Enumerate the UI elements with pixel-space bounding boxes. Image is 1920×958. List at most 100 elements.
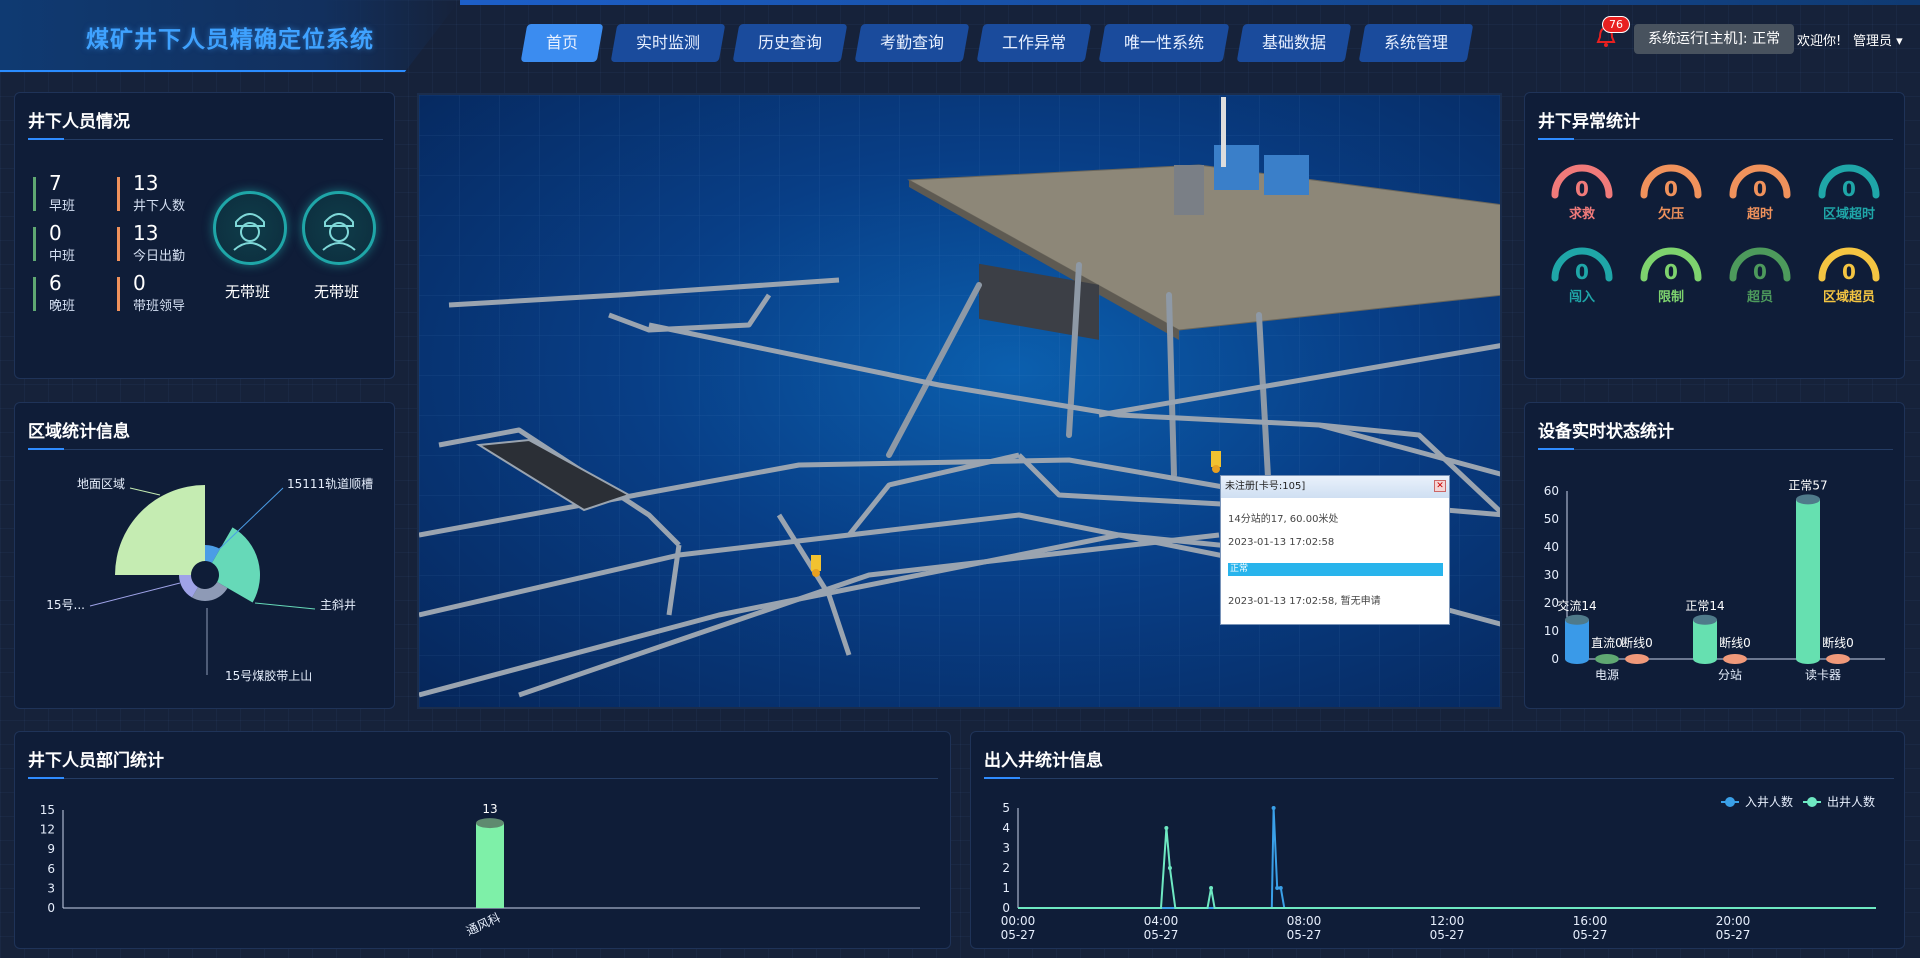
gauge-value: 0 — [1842, 260, 1856, 284]
close-icon[interactable]: ✕ — [1434, 480, 1446, 492]
y-tick-label: 50 — [1544, 512, 1559, 526]
user-menu[interactable]: 管理员 ▾ — [1853, 30, 1903, 49]
y-tick-label: 3 — [1002, 841, 1010, 855]
anomaly-gauge[interactable]: 0 区域超员 — [1814, 234, 1884, 305]
y-tick-label: 9 — [47, 842, 55, 856]
legend-marker — [1725, 797, 1735, 807]
rose-slice — [115, 485, 205, 575]
worker-info-popup: 未注册[卡号:105] ✕ 14分站的17, 60.00米处 2023-01-1… — [1220, 475, 1450, 625]
device-bar-cap — [1693, 614, 1717, 625]
gauge-value: 0 — [1753, 260, 1767, 284]
stat-value: 6 — [49, 271, 62, 295]
total-marker — [117, 277, 120, 311]
gauge-value: 0 — [1664, 177, 1678, 201]
worker-marker-icon[interactable] — [1211, 451, 1221, 473]
device-bar-base — [1796, 654, 1820, 664]
y-tick-label: 30 — [1544, 568, 1559, 582]
anomaly-gauge[interactable]: 0 求救 — [1547, 151, 1617, 222]
anomaly-gauge[interactable]: 0 超员 — [1725, 234, 1795, 305]
app-title: 煤矿井下人员精确定位系统 — [86, 27, 374, 53]
department-bar-chart: 0 3 6 9 12 15 13 通风科 — [40, 802, 920, 938]
nav-home[interactable]: 首页 — [520, 24, 604, 62]
shift-marker — [33, 177, 36, 211]
anomaly-gauge[interactable]: 0 欠压 — [1636, 151, 1706, 222]
inout-line-chart: 01234500:0005-2704:0005-2708:0005-2712:0… — [1001, 794, 1876, 942]
x-tick-time: 12:00 — [1430, 914, 1465, 928]
area-panel: 区域统计信息 地面区域 15111轨道顺槽 主斜井 15号煤胶带上山 15号... — [14, 402, 395, 709]
shift-middle: 0 中班 — [49, 221, 75, 264]
anomaly-gauge[interactable]: 0 闯入 — [1547, 234, 1617, 305]
legend-label: 出井人数 — [1827, 794, 1875, 809]
shift-morning: 7 早班 — [49, 171, 75, 214]
nav-uniqueness-system[interactable]: 唯一性系统 — [1098, 24, 1230, 62]
stat-label: 中班 — [49, 249, 76, 264]
worker-marker-icon[interactable] — [811, 555, 821, 577]
leader-count: 0 带班领导 — [133, 271, 185, 314]
panel-divider — [28, 138, 383, 140]
shift-night: 6 晚班 — [49, 271, 75, 314]
anomaly-panel: 井下异常统计 0 求救 0 欠压 0 超时 0 区域超时 0 闯入 0 限制 0 超员 0 区域超员 — [1524, 92, 1905, 379]
nav-label: 系统管理 — [1384, 33, 1449, 52]
leader-line — [129, 487, 161, 496]
gauge-label: 区域超时 — [1822, 207, 1875, 222]
device-bar-base — [1723, 654, 1747, 664]
device-bar-cap — [1565, 614, 1589, 625]
dept-bar-cap — [476, 818, 504, 829]
bar-value-label: 正常14 — [1685, 599, 1724, 613]
y-tick-label: 40 — [1544, 540, 1559, 554]
gauge-label: 超时 — [1746, 207, 1773, 222]
mine-3d-scene[interactable]: 未注册[卡号:105] ✕ 14分站的17, 60.00米处 2023-01-1… — [417, 93, 1502, 709]
anomaly-gauge[interactable]: 0 区域超时 — [1814, 151, 1884, 222]
panel-divider — [1538, 138, 1893, 140]
y-tick-label: 5 — [1002, 801, 1010, 815]
popup-note: 2023-01-13 17:02:58, 暂无申请 — [1228, 596, 1381, 607]
gauge-label: 求救 — [1568, 207, 1595, 222]
gauge-value: 0 — [1575, 260, 1589, 284]
series-point — [1278, 886, 1283, 890]
x-tick-time: 20:00 — [1716, 914, 1751, 928]
nav-label: 实时监测 — [636, 33, 701, 52]
x-tick-label: 电源 — [1595, 668, 1619, 682]
y-tick-label: 2 — [1002, 861, 1010, 875]
stat-value: 0 — [49, 221, 62, 245]
panel-title: 井下人员情况 — [28, 112, 130, 132]
factory-building — [1214, 145, 1259, 190]
anomaly-gauge[interactable]: 0 超时 — [1725, 151, 1795, 222]
gauge-value: 0 — [1842, 177, 1856, 201]
slice-label: 地面区域 — [77, 477, 125, 491]
stat-label: 晚班 — [49, 299, 76, 314]
dept-bar — [476, 823, 504, 908]
gauge-value: 0 — [1753, 177, 1767, 201]
bar-value-label: 正常57 — [1788, 478, 1827, 492]
legend-label: 入井人数 — [1745, 794, 1793, 809]
device-bar-base — [1826, 654, 1850, 664]
nav-attendance-query[interactable]: 考勤查询 — [854, 24, 970, 62]
slice-label: 15号煤胶带上山 — [225, 668, 312, 683]
y-tick-label: 0 — [1551, 652, 1559, 666]
slice-label: 15号... — [46, 598, 85, 612]
x-tick-date: 05-27 — [1287, 928, 1322, 942]
x-tick-time: 00:00 — [1001, 914, 1036, 928]
bar-value-label: 断线0 — [1822, 635, 1854, 650]
gauge-label: 限制 — [1657, 290, 1684, 305]
staff-panel: 井下人员情况 7 早班 0 中班 6 晚班 13 井下人数 13 今日出勤 0 带班领导 无… — [14, 92, 395, 379]
system-status-button[interactable]: 系统运行[主机]: 正常 — [1634, 24, 1795, 54]
attendance-count: 13 今日出勤 — [133, 221, 185, 264]
x-tick-time: 08:00 — [1287, 914, 1322, 928]
device-bar-base — [1565, 654, 1589, 664]
y-tick-label: 6 — [47, 862, 55, 876]
nav-label: 唯一性系统 — [1124, 33, 1205, 52]
department-panel: 井下人员部门统计 0 3 6 9 12 15 13 通风科 — [14, 731, 951, 949]
nav-realtime-monitor[interactable]: 实时监测 — [610, 24, 726, 62]
y-tick-label: 60 — [1544, 484, 1559, 498]
underground-count: 13 井下人数 — [133, 171, 185, 214]
stat-value: 13 — [133, 221, 159, 245]
device-bar-base — [1693, 654, 1717, 664]
area-rose-chart: 地面区域 15111轨道顺槽主斜井 15号煤胶带上山 15号... — [46, 477, 373, 683]
nav-history-query[interactable]: 历史查询 — [732, 24, 848, 62]
anomaly-gauge[interactable]: 0 限制 — [1636, 234, 1706, 305]
nav-system-management[interactable]: 系统管理 — [1358, 24, 1474, 62]
nav-work-anomaly[interactable]: 工作异常 — [976, 24, 1092, 62]
popup-title: 未注册[卡号:105] — [1221, 476, 1449, 498]
nav-basic-data[interactable]: 基础数据 — [1236, 24, 1352, 62]
